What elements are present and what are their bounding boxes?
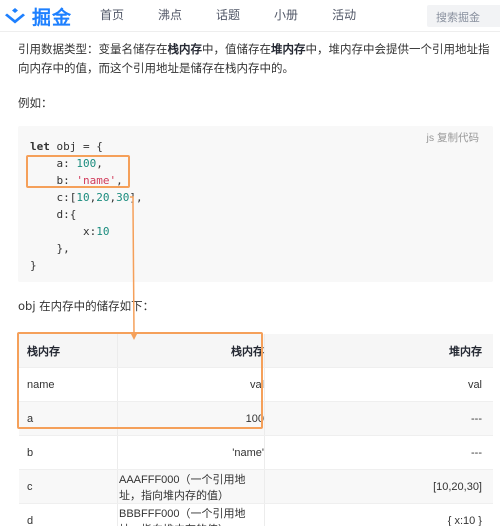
annotation-arrow [130,196,138,340]
